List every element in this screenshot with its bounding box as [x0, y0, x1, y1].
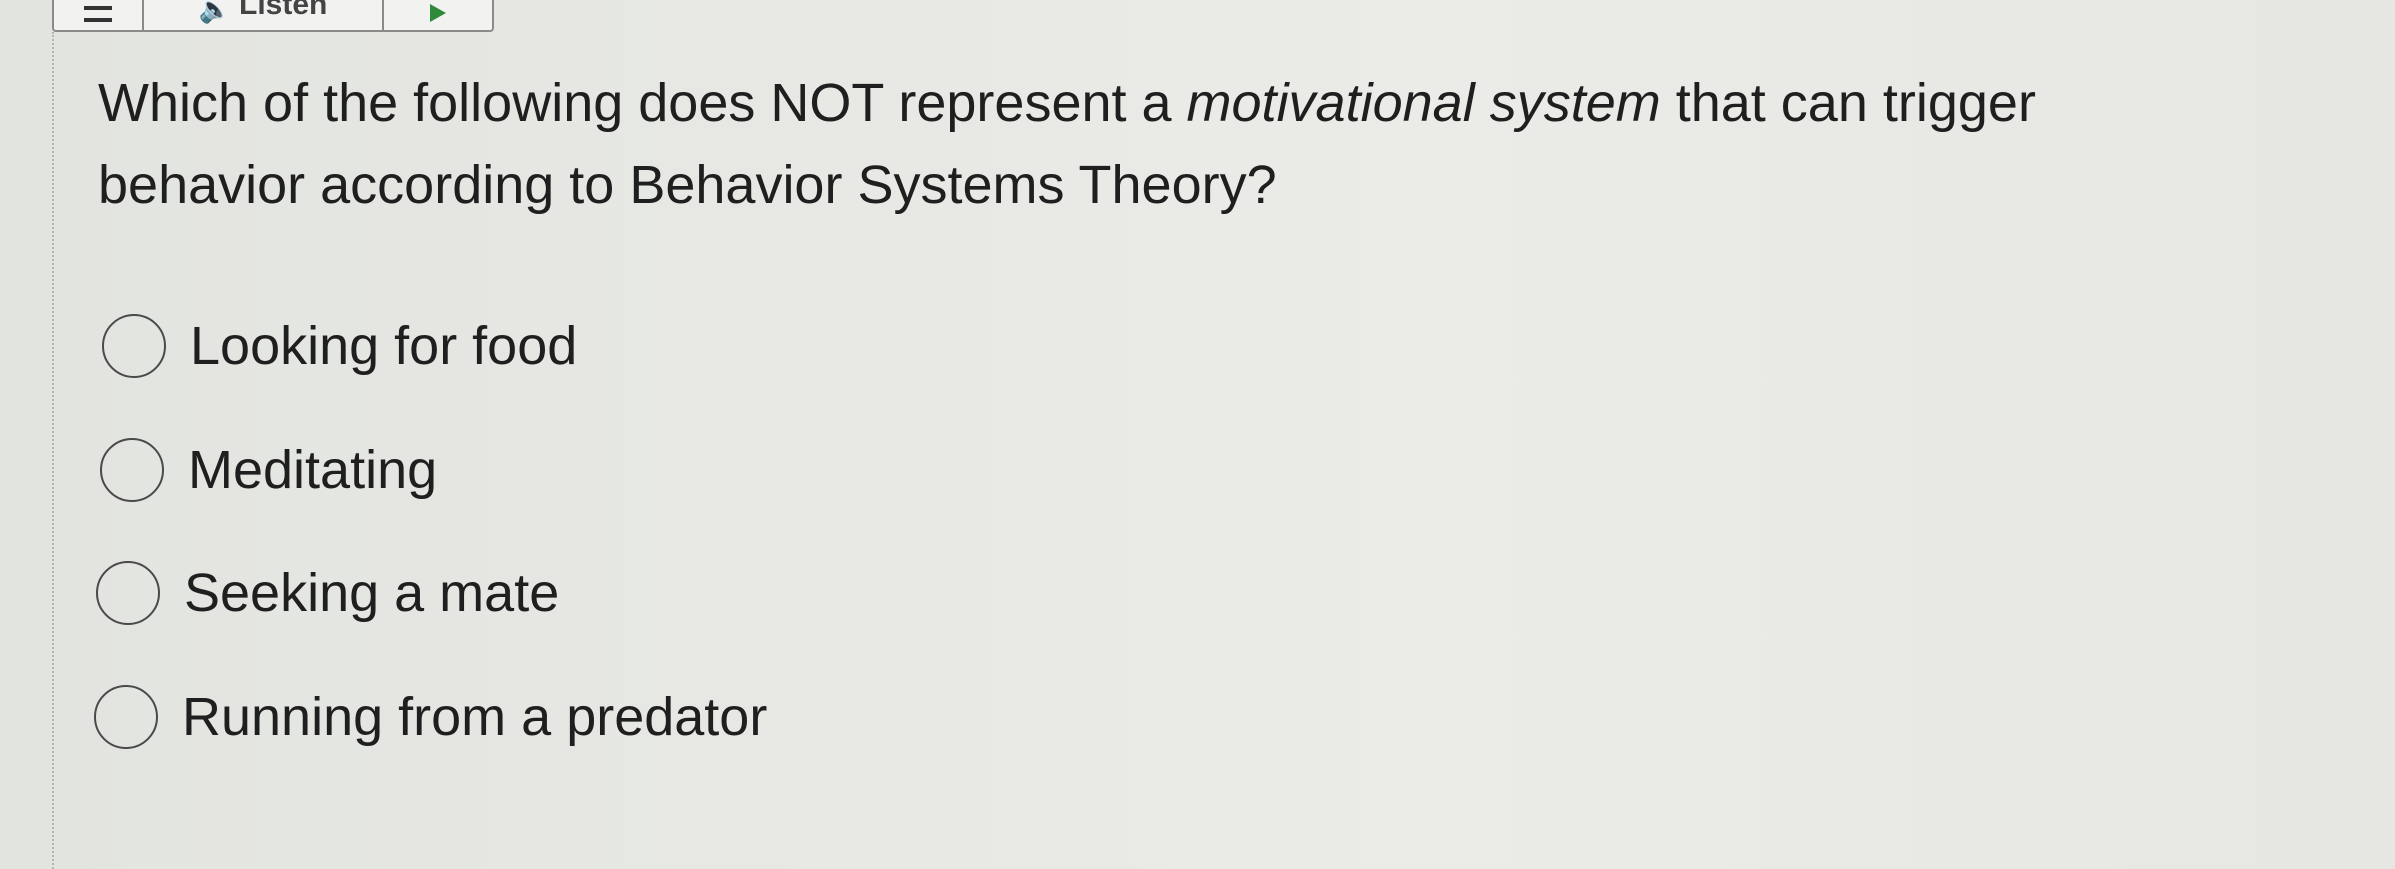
play-icon — [430, 4, 446, 22]
answer-option-label: Looking for food — [190, 316, 578, 376]
listen-button[interactable]: 🔈 Listen — [144, 0, 384, 30]
menu-icon — [84, 6, 112, 22]
question-text: Which of the following does NOT represen… — [98, 62, 2248, 226]
radio-button[interactable] — [100, 438, 164, 502]
play-button[interactable] — [384, 0, 492, 30]
answer-option[interactable]: Running from a predator — [94, 677, 767, 757]
question-left-border — [52, 32, 54, 869]
question-text-start: Which of the following does NOT represen… — [98, 73, 1187, 133]
read-aloud-toolbar: 🔈 Listen — [52, 0, 494, 32]
menu-button[interactable] — [54, 0, 144, 30]
answer-option[interactable]: Seeking a mate — [96, 553, 559, 633]
radio-button[interactable] — [102, 314, 166, 378]
answer-option[interactable]: Looking for food — [102, 306, 577, 386]
answer-option[interactable]: Meditating — [100, 430, 437, 510]
question-emphasis: motivational system — [1186, 73, 1661, 133]
answer-option-label: Seeking a mate — [184, 563, 560, 623]
radio-button[interactable] — [94, 685, 158, 749]
speaker-icon: 🔈 — [198, 0, 231, 24]
listen-label: Listen — [239, 0, 328, 21]
radio-button[interactable] — [96, 561, 160, 625]
answer-option-label: Meditating — [188, 440, 438, 500]
answer-option-label: Running from a predator — [182, 687, 768, 747]
